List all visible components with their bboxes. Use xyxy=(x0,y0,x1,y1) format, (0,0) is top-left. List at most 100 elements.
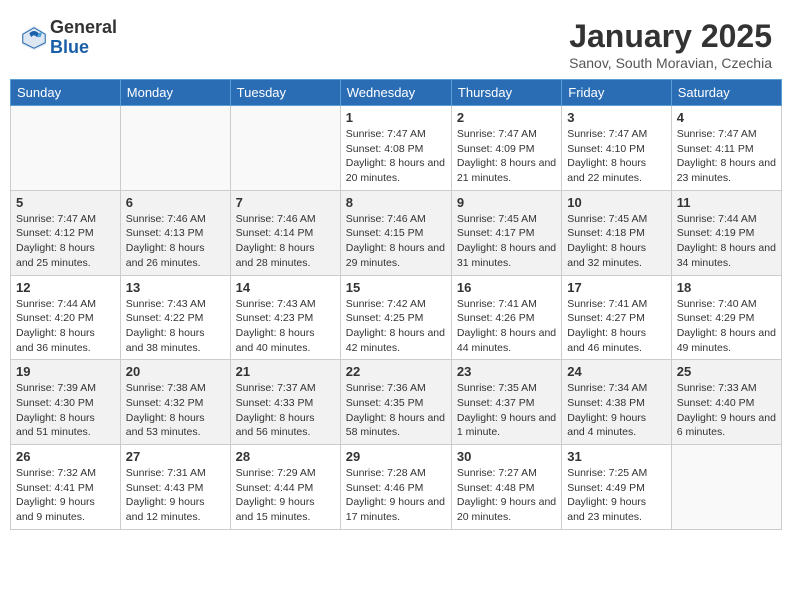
day-number: 31 xyxy=(567,449,665,464)
day-number: 23 xyxy=(457,364,556,379)
calendar-cell: 24 Sunrise: 7:34 AMSunset: 4:38 PMDaylig… xyxy=(562,360,671,445)
day-number: 17 xyxy=(567,280,665,295)
calendar-cell: 15 Sunrise: 7:42 AMSunset: 4:25 PMDaylig… xyxy=(340,275,451,360)
day-number: 21 xyxy=(236,364,335,379)
weekday-header-monday: Monday xyxy=(120,80,230,106)
day-number: 16 xyxy=(457,280,556,295)
day-info: Sunrise: 7:34 AMSunset: 4:38 PMDaylight:… xyxy=(567,381,665,440)
day-info: Sunrise: 7:47 AMSunset: 4:09 PMDaylight:… xyxy=(457,127,556,186)
calendar-cell: 16 Sunrise: 7:41 AMSunset: 4:26 PMDaylig… xyxy=(451,275,561,360)
weekday-header-friday: Friday xyxy=(562,80,671,106)
day-number: 22 xyxy=(346,364,446,379)
day-info: Sunrise: 7:45 AMSunset: 4:18 PMDaylight:… xyxy=(567,212,665,271)
day-number: 18 xyxy=(677,280,776,295)
day-info: Sunrise: 7:42 AMSunset: 4:25 PMDaylight:… xyxy=(346,297,446,356)
day-info: Sunrise: 7:39 AMSunset: 4:30 PMDaylight:… xyxy=(16,381,115,440)
day-info: Sunrise: 7:35 AMSunset: 4:37 PMDaylight:… xyxy=(457,381,556,440)
calendar-title: January 2025 xyxy=(569,18,772,55)
calendar-cell: 14 Sunrise: 7:43 AMSunset: 4:23 PMDaylig… xyxy=(230,275,340,360)
calendar-table: SundayMondayTuesdayWednesdayThursdayFrid… xyxy=(10,79,782,530)
calendar-cell: 26 Sunrise: 7:32 AMSunset: 4:41 PMDaylig… xyxy=(11,445,121,530)
calendar-cell: 11 Sunrise: 7:44 AMSunset: 4:19 PMDaylig… xyxy=(671,190,781,275)
calendar-cell: 18 Sunrise: 7:40 AMSunset: 4:29 PMDaylig… xyxy=(671,275,781,360)
calendar-cell xyxy=(120,106,230,191)
calendar-cell xyxy=(11,106,121,191)
day-info: Sunrise: 7:47 AMSunset: 4:12 PMDaylight:… xyxy=(16,212,115,271)
weekday-header-sunday: Sunday xyxy=(11,80,121,106)
calendar-cell xyxy=(230,106,340,191)
calendar-cell: 7 Sunrise: 7:46 AMSunset: 4:14 PMDayligh… xyxy=(230,190,340,275)
title-area: January 2025 Sanov, South Moravian, Czec… xyxy=(569,18,772,71)
calendar-cell: 30 Sunrise: 7:27 AMSunset: 4:48 PMDaylig… xyxy=(451,445,561,530)
day-info: Sunrise: 7:46 AMSunset: 4:13 PMDaylight:… xyxy=(126,212,225,271)
calendar-cell: 1 Sunrise: 7:47 AMSunset: 4:08 PMDayligh… xyxy=(340,106,451,191)
day-number: 24 xyxy=(567,364,665,379)
day-number: 6 xyxy=(126,195,225,210)
logo-general-text: General xyxy=(50,18,117,38)
day-info: Sunrise: 7:37 AMSunset: 4:33 PMDaylight:… xyxy=(236,381,335,440)
calendar-cell: 19 Sunrise: 7:39 AMSunset: 4:30 PMDaylig… xyxy=(11,360,121,445)
day-number: 15 xyxy=(346,280,446,295)
day-number: 2 xyxy=(457,110,556,125)
calendar-cell xyxy=(671,445,781,530)
day-info: Sunrise: 7:43 AMSunset: 4:22 PMDaylight:… xyxy=(126,297,225,356)
day-info: Sunrise: 7:28 AMSunset: 4:46 PMDaylight:… xyxy=(346,466,446,525)
week-row-3: 12 Sunrise: 7:44 AMSunset: 4:20 PMDaylig… xyxy=(11,275,782,360)
calendar-cell: 22 Sunrise: 7:36 AMSunset: 4:35 PMDaylig… xyxy=(340,360,451,445)
week-row-2: 5 Sunrise: 7:47 AMSunset: 4:12 PMDayligh… xyxy=(11,190,782,275)
logo-icon xyxy=(20,24,48,52)
week-row-1: 1 Sunrise: 7:47 AMSunset: 4:08 PMDayligh… xyxy=(11,106,782,191)
week-row-4: 19 Sunrise: 7:39 AMSunset: 4:30 PMDaylig… xyxy=(11,360,782,445)
day-number: 12 xyxy=(16,280,115,295)
day-number: 28 xyxy=(236,449,335,464)
day-info: Sunrise: 7:44 AMSunset: 4:19 PMDaylight:… xyxy=(677,212,776,271)
calendar-cell: 20 Sunrise: 7:38 AMSunset: 4:32 PMDaylig… xyxy=(120,360,230,445)
calendar-subtitle: Sanov, South Moravian, Czechia xyxy=(569,55,772,71)
day-info: Sunrise: 7:43 AMSunset: 4:23 PMDaylight:… xyxy=(236,297,335,356)
calendar-cell: 10 Sunrise: 7:45 AMSunset: 4:18 PMDaylig… xyxy=(562,190,671,275)
day-number: 7 xyxy=(236,195,335,210)
calendar-cell: 5 Sunrise: 7:47 AMSunset: 4:12 PMDayligh… xyxy=(11,190,121,275)
day-info: Sunrise: 7:32 AMSunset: 4:41 PMDaylight:… xyxy=(16,466,115,525)
day-info: Sunrise: 7:27 AMSunset: 4:48 PMDaylight:… xyxy=(457,466,556,525)
day-number: 25 xyxy=(677,364,776,379)
day-info: Sunrise: 7:41 AMSunset: 4:27 PMDaylight:… xyxy=(567,297,665,356)
day-number: 29 xyxy=(346,449,446,464)
header: General Blue January 2025 Sanov, South M… xyxy=(10,10,782,75)
calendar-cell: 29 Sunrise: 7:28 AMSunset: 4:46 PMDaylig… xyxy=(340,445,451,530)
day-info: Sunrise: 7:46 AMSunset: 4:14 PMDaylight:… xyxy=(236,212,335,271)
day-number: 9 xyxy=(457,195,556,210)
calendar-cell: 25 Sunrise: 7:33 AMSunset: 4:40 PMDaylig… xyxy=(671,360,781,445)
day-info: Sunrise: 7:41 AMSunset: 4:26 PMDaylight:… xyxy=(457,297,556,356)
day-info: Sunrise: 7:44 AMSunset: 4:20 PMDaylight:… xyxy=(16,297,115,356)
weekday-header-row: SundayMondayTuesdayWednesdayThursdayFrid… xyxy=(11,80,782,106)
calendar-cell: 6 Sunrise: 7:46 AMSunset: 4:13 PMDayligh… xyxy=(120,190,230,275)
day-info: Sunrise: 7:47 AMSunset: 4:10 PMDaylight:… xyxy=(567,127,665,186)
calendar-cell: 2 Sunrise: 7:47 AMSunset: 4:09 PMDayligh… xyxy=(451,106,561,191)
day-info: Sunrise: 7:38 AMSunset: 4:32 PMDaylight:… xyxy=(126,381,225,440)
day-number: 13 xyxy=(126,280,225,295)
day-number: 26 xyxy=(16,449,115,464)
weekday-header-wednesday: Wednesday xyxy=(340,80,451,106)
calendar-cell: 27 Sunrise: 7:31 AMSunset: 4:43 PMDaylig… xyxy=(120,445,230,530)
logo: General Blue xyxy=(20,18,117,58)
calendar-cell: 28 Sunrise: 7:29 AMSunset: 4:44 PMDaylig… xyxy=(230,445,340,530)
day-number: 8 xyxy=(346,195,446,210)
day-info: Sunrise: 7:46 AMSunset: 4:15 PMDaylight:… xyxy=(346,212,446,271)
day-number: 4 xyxy=(677,110,776,125)
day-info: Sunrise: 7:36 AMSunset: 4:35 PMDaylight:… xyxy=(346,381,446,440)
calendar-cell: 3 Sunrise: 7:47 AMSunset: 4:10 PMDayligh… xyxy=(562,106,671,191)
calendar-cell: 4 Sunrise: 7:47 AMSunset: 4:11 PMDayligh… xyxy=(671,106,781,191)
day-number: 1 xyxy=(346,110,446,125)
calendar-cell: 12 Sunrise: 7:44 AMSunset: 4:20 PMDaylig… xyxy=(11,275,121,360)
weekday-header-saturday: Saturday xyxy=(671,80,781,106)
calendar-cell: 8 Sunrise: 7:46 AMSunset: 4:15 PMDayligh… xyxy=(340,190,451,275)
day-info: Sunrise: 7:31 AMSunset: 4:43 PMDaylight:… xyxy=(126,466,225,525)
week-row-5: 26 Sunrise: 7:32 AMSunset: 4:41 PMDaylig… xyxy=(11,445,782,530)
day-number: 10 xyxy=(567,195,665,210)
day-number: 11 xyxy=(677,195,776,210)
day-info: Sunrise: 7:40 AMSunset: 4:29 PMDaylight:… xyxy=(677,297,776,356)
calendar-cell: 9 Sunrise: 7:45 AMSunset: 4:17 PMDayligh… xyxy=(451,190,561,275)
calendar-cell: 13 Sunrise: 7:43 AMSunset: 4:22 PMDaylig… xyxy=(120,275,230,360)
logo-blue-text: Blue xyxy=(50,38,117,58)
